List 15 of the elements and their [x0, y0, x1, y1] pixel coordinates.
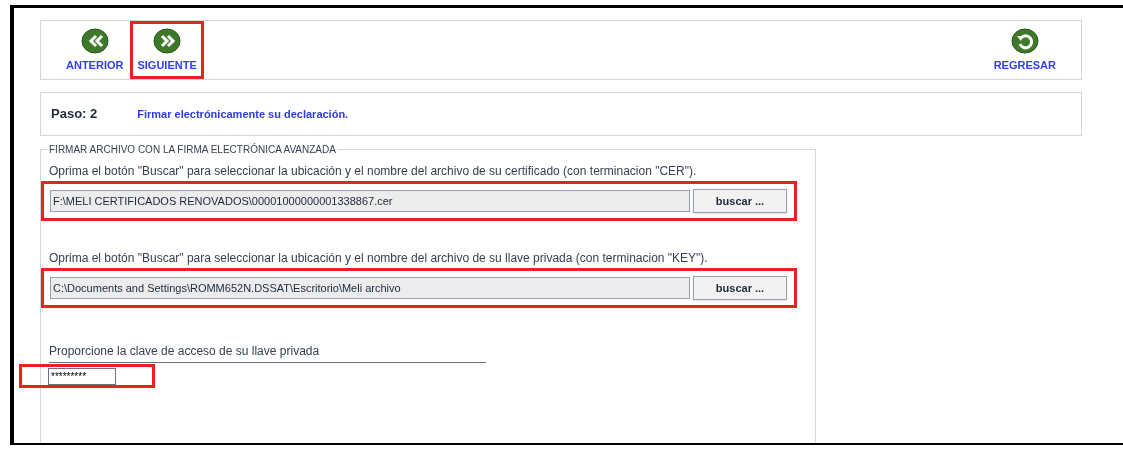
fast-forward-icon: [152, 26, 183, 55]
browse-button[interactable]: buscar ...: [693, 189, 787, 213]
nav-button[interactable]: REGRESAR: [986, 21, 1063, 79]
password-field[interactable]: *********: [48, 367, 116, 385]
browse-button[interactable]: buscar ...: [693, 276, 787, 300]
step-description: Firmar electrónicamente su declaración.: [137, 106, 349, 122]
step-label: Paso: 2: [51, 105, 98, 124]
instruction-text: Oprima el botón "Buscar" para seleccionar la ubicación y el nombre del archivo de su llave privada (con terminacion "KEY").: [49, 251, 709, 265]
instruction-text: Oprima el botón "Buscar" para seleccionar la ubicación y el nombre del archivo de su certificado (con terminacion "CER").: [49, 164, 698, 178]
file-path-field[interactable]: C:\Documents and Settings\ROMM652N.DSSAT\Escritorio\Meli archivo: [50, 277, 690, 299]
rewind-icon: [79, 26, 110, 55]
file-path-field[interactable]: F:\MELI CERTIFICADOS RENOVADOS\00001000000001338867.cer: [50, 190, 690, 212]
nav-button[interactable]: ANTERIOR: [59, 21, 131, 79]
nav-button[interactable]: SIGUIENTE: [130, 21, 204, 79]
password-label: Proporcione la clave de acceso de su llave privada: [49, 342, 486, 363]
